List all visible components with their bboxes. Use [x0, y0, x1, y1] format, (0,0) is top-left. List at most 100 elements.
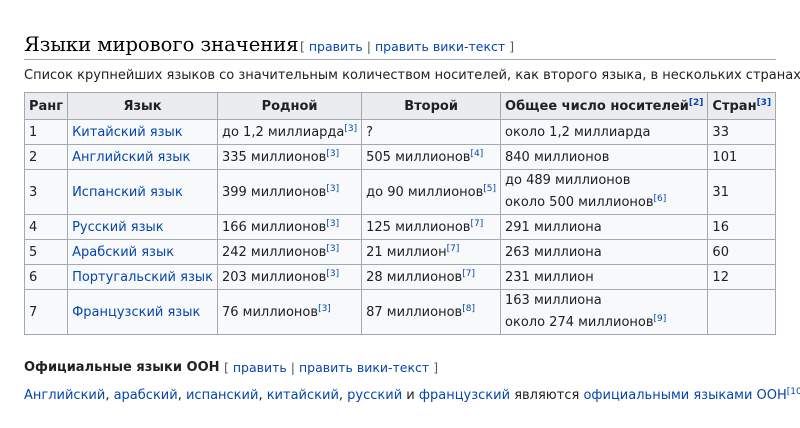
native-ref[interactable]: [3] [344, 124, 357, 134]
native-value: 166 миллионов [221, 219, 327, 235]
language-link[interactable]: Русский язык [72, 220, 164, 235]
total-ref[interactable]: [9] [654, 314, 667, 324]
cell-total: 263 миллиона [500, 239, 709, 265]
language-link[interactable]: Английский язык [72, 150, 190, 165]
header-language: Язык [67, 92, 218, 120]
comma: , [258, 388, 267, 403]
language-link[interactable]: Китайский язык [72, 125, 183, 140]
native-value: до 1,2 миллиарда [221, 124, 345, 140]
second-ref[interactable]: [7] [462, 269, 475, 279]
second-ref[interactable]: [8] [462, 304, 475, 314]
header-total: Общее число носителей[2] [500, 92, 709, 120]
second-ref[interactable]: [7] [447, 244, 460, 254]
cell-total: 291 миллиона [500, 214, 709, 240]
second-value: 28 миллионов [366, 269, 463, 285]
native-value: 399 миллионов [221, 184, 327, 200]
and-word: и [402, 388, 419, 403]
second-value: 21 миллион [366, 244, 447, 260]
link-official-un-languages[interactable]: официальными языками ООН [583, 388, 786, 403]
second-value: 125 миллионов [366, 219, 471, 235]
cell-countries: 31 [707, 169, 777, 215]
edit-separator: | [290, 360, 295, 375]
total-value: 231 миллион [505, 269, 594, 285]
link-english[interactable]: Английский [24, 388, 105, 403]
header-countries-label: Стран [712, 98, 757, 114]
table-row: 5 Арабский язык 242 миллионов[3] 21 милл… [23, 239, 777, 265]
link-spanish[interactable]: испанский [186, 388, 258, 403]
total-value-alt: около 274 миллионов [505, 315, 654, 330]
link-french[interactable]: французский [419, 388, 510, 403]
edit-bracket-open: [ [224, 360, 229, 375]
edit-wikitext-link[interactable]: править вики-текст [299, 360, 429, 375]
edit-wikitext-link[interactable]: править вики-текст [375, 39, 505, 54]
second-value: ? [366, 124, 374, 140]
header-total-ref[interactable]: [2] [689, 98, 704, 108]
cell-native: 203 миллионов[3] [216, 264, 363, 290]
cell-rank: 5 [23, 239, 69, 265]
cell-total: 840 миллионов [500, 144, 709, 170]
cell-language: Английский язык [67, 144, 218, 170]
edit-bracket-open: [ [300, 39, 305, 54]
language-link[interactable]: Португальский язык [72, 270, 213, 285]
second-ref[interactable]: [5] [483, 184, 496, 194]
second-ref[interactable]: [7] [470, 219, 483, 229]
link-arabic[interactable]: арабский [114, 388, 178, 403]
cell-total: до 489 миллионов около 500 миллионов[6] [500, 169, 709, 215]
middle-text: являются [510, 388, 584, 403]
table-row: 4 Русский язык 166 миллионов[3] 125 милл… [23, 214, 777, 240]
cell-language: Испанский язык [67, 169, 218, 215]
language-link[interactable]: Арабский язык [72, 245, 174, 260]
native-value: 203 миллионов [221, 269, 327, 285]
un-ref[interactable]: [10] [787, 387, 800, 397]
second-ref[interactable]: [4] [470, 149, 483, 159]
comma: , [338, 388, 348, 403]
native-ref[interactable]: [3] [326, 219, 339, 229]
second-value: 87 миллионов [366, 304, 463, 320]
cell-second: 21 миллион[7] [361, 239, 502, 265]
cell-countries: 33 [707, 119, 777, 145]
native-ref[interactable]: [3] [318, 304, 331, 314]
native-ref[interactable]: [3] [326, 244, 339, 254]
section-heading: Языки мирового значения [ править | прав… [24, 33, 776, 60]
cell-total: 231 миллион [500, 264, 709, 290]
cell-countries: 12 [707, 264, 777, 290]
second-value: 505 миллионов [366, 149, 471, 165]
table-row: 1 Китайский язык до 1,2 миллиарда[3] ? о… [23, 119, 777, 145]
intro-text: Список крупнейших языков со значительным… [24, 68, 800, 83]
edit-link[interactable]: править [233, 360, 287, 375]
native-ref[interactable]: [3] [326, 184, 339, 194]
total-value-alt: около 500 миллионов [505, 195, 654, 210]
native-ref[interactable]: [3] [326, 149, 339, 159]
language-link[interactable]: Французский язык [72, 305, 200, 320]
header-countries-ref[interactable]: [3] [757, 98, 772, 108]
native-value: 335 миллионов [221, 149, 327, 165]
link-chinese[interactable]: китайский [267, 388, 339, 403]
header-rank: Ранг [23, 92, 69, 120]
comma: , [177, 388, 186, 403]
native-ref[interactable]: [3] [326, 269, 339, 279]
cell-second: 125 миллионов[7] [361, 214, 502, 240]
cell-rank: 4 [23, 214, 69, 240]
cell-native: 76 миллионов[3] [216, 289, 363, 335]
cell-rank: 3 [23, 169, 69, 215]
header-native-label: Родной [261, 98, 318, 114]
un-section-title: Официальные языки ООН [24, 360, 220, 375]
table-header-row: Ранг Язык Родной Второй Общее число носи… [23, 92, 777, 120]
language-link[interactable]: Испанский язык [72, 185, 183, 200]
table-row: 7 Французский язык 76 миллионов[3] 87 ми… [23, 289, 777, 335]
languages-table: Ранг Язык Родной Второй Общее число носи… [23, 92, 777, 335]
cell-rank: 1 [23, 119, 69, 145]
cell-second: 28 миллионов[7] [361, 264, 502, 290]
cell-language: Китайский язык [67, 119, 218, 145]
cell-language: Арабский язык [67, 239, 218, 265]
header-second: Второй [361, 92, 502, 120]
edit-bracket-close: ] [433, 360, 439, 375]
total-line-1: 163 миллиона [505, 293, 602, 308]
edit-link[interactable]: править [309, 39, 363, 54]
edit-separator: | [366, 39, 371, 54]
table-row: 3 Испанский язык 399 миллионов[3] до 90 … [23, 169, 777, 215]
cell-language: Русский язык [67, 214, 218, 240]
link-russian[interactable]: русский [347, 388, 402, 403]
table-row: 2 Английский язык 335 миллионов[3] 505 м… [23, 144, 777, 170]
total-ref[interactable]: [6] [654, 194, 667, 204]
